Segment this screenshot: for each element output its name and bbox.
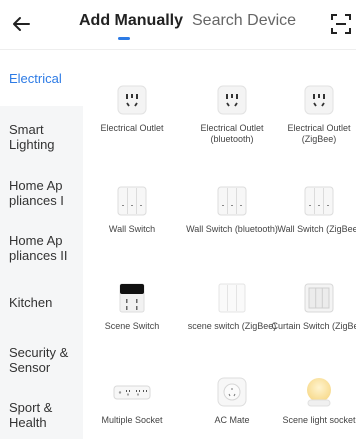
device-label: Curtain Switch (ZigBee) [271,321,356,331]
device-label: Scene light socket [282,415,356,425]
device-label: scene switch (ZigBee) [187,321,277,331]
scene-switch-icon [116,282,148,314]
active-tab-indicator [118,37,130,40]
device-tile-electrical-outlet[interactable]: Electrical Outlet [82,84,182,134]
device-tile-multiple-socket[interactable]: Multiple Socket [82,376,182,426]
wall-switch-icon [216,185,248,217]
device-label: AC Mate [214,415,250,425]
arrow-left-icon [13,17,30,31]
device-label: Electrical Outlet (ZigBee) [287,123,351,144]
sidebar-item-smart-lighting[interactable]: Smart Lighting [0,122,80,152]
scene-switch-zigbee-icon [216,282,248,314]
device-label: Multiple Socket [101,415,163,425]
scan-button[interactable] [329,12,353,36]
tab-add-manually[interactable]: Add Manually [79,12,183,30]
device-label: Wall Switch [108,224,156,234]
scan-icon [331,14,351,34]
sidebar-item-sport-health[interactable]: Sport & Health [0,400,68,430]
sidebar-item-security-sensor[interactable]: Security & Sensor [0,345,75,375]
sidebar-item-electrical[interactable]: Electrical [0,50,83,106]
device-tile-scene-light-socket[interactable]: Scene light socket [269,376,356,426]
tab-search-device[interactable]: Search Device [192,12,296,30]
header: Add Manually Search Device [0,0,356,48]
multiple-socket-icon [112,376,152,408]
device-tile-electrical-outlet-zigbee[interactable]: Electrical Outlet (ZigBee) [269,84,356,145]
device-tile-curtain-switch-zigbee[interactable]: Curtain Switch (ZigBee) [269,282,356,332]
wall-switch-icon [116,185,148,217]
device-label: Electrical Outlet [100,123,164,133]
ac-mate-icon [216,376,248,408]
device-grid: Electrical Outlet Electrical Outlet (blu… [83,50,356,439]
category-sidebar: Electrical Smart Lighting Home Ap plianc… [0,50,83,439]
back-button[interactable] [8,11,34,37]
outlet-icon [303,84,335,116]
device-tile-electrical-outlet-bluetooth[interactable]: Electrical Outlet (bluetooth) [182,84,282,145]
outlet-icon [116,84,148,116]
device-tile-wall-switch-bluetooth[interactable]: Wall Switch (bluetooth) [182,185,282,235]
device-label: Wall Switch (bluetooth) [186,224,278,234]
sidebar-item-kitchen[interactable]: Kitchen [0,295,83,310]
outlet-icon [216,84,248,116]
device-tile-scene-switch[interactable]: Scene Switch [82,282,182,332]
device-tile-wall-switch[interactable]: Wall Switch [82,185,182,235]
scene-light-icon [303,376,335,408]
wall-switch-icon [303,185,335,217]
device-tile-wall-switch-zigbee[interactable]: Wall Switch (ZigBee) [269,185,356,235]
sidebar-item-home-appliances-2[interactable]: Home Ap pliances II [0,233,80,263]
device-tile-ac-mate[interactable]: AC Mate [182,376,282,426]
sidebar-item-home-appliances-1[interactable]: Home Ap pliances I [0,178,68,208]
device-tile-scene-switch-zigbee[interactable]: scene switch (ZigBee) [182,282,282,332]
device-label: Electrical Outlet (bluetooth) [200,123,264,144]
curtain-switch-icon [303,282,335,314]
device-label: Scene Switch [104,321,160,331]
device-label: Wall Switch (ZigBee) [277,224,356,234]
